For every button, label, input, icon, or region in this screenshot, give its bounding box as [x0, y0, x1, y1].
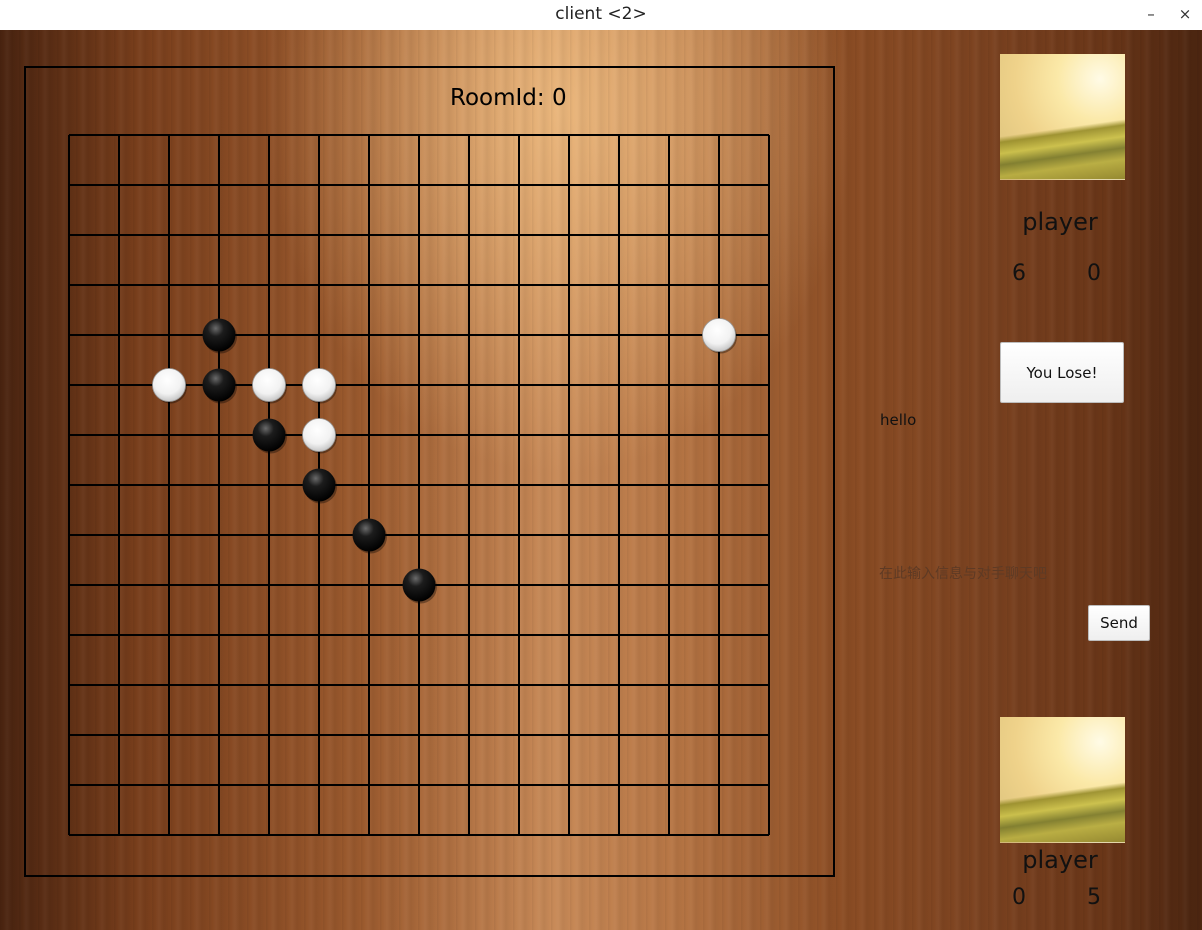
top-player-avatar: [1000, 54, 1125, 180]
stones-layer: [152, 318, 737, 604]
send-button[interactable]: Send: [1088, 605, 1150, 641]
white-stone: [302, 418, 336, 452]
top-player-name: player: [1022, 208, 1098, 236]
board-grid: [68, 134, 770, 836]
white-stone: [252, 368, 286, 402]
bottom-player-avatar: [1000, 717, 1125, 843]
result-button[interactable]: You Lose!: [1000, 342, 1124, 403]
chat-input[interactable]: [877, 560, 1121, 588]
bottom-player-score-a: 0: [1012, 885, 1026, 910]
black-stone: [202, 368, 236, 402]
black-stone: [202, 318, 236, 352]
gomoku-board[interactable]: [0, 30, 860, 930]
white-stone: [302, 368, 336, 402]
top-player-score-a: 6: [1012, 261, 1026, 286]
title-bar: client <2> – ×: [0, 0, 1202, 31]
black-stone: [402, 568, 436, 602]
top-player-score-b: 0: [1087, 261, 1101, 286]
black-stone: [352, 518, 386, 552]
minimize-icon[interactable]: –: [1140, 3, 1162, 25]
black-stone: [302, 468, 336, 502]
bottom-player-name: player: [1022, 846, 1098, 874]
game-window: RoomId: 0 player 6 0 You Lose! hello Sen…: [0, 30, 1202, 930]
window-title: client <2>: [555, 4, 647, 24]
white-stone: [702, 318, 736, 352]
white-stone: [152, 368, 186, 402]
close-icon[interactable]: ×: [1174, 3, 1196, 25]
chat-message: hello: [880, 411, 917, 429]
black-stone: [252, 418, 286, 452]
bottom-player-score-b: 5: [1087, 885, 1101, 910]
